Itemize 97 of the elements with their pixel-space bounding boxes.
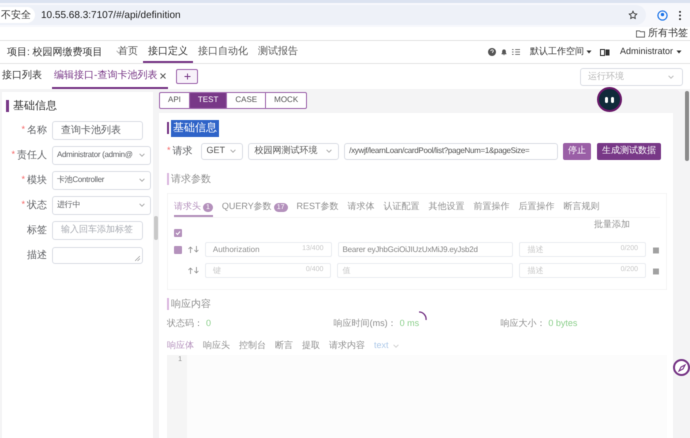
- close-icon[interactable]: [160, 72, 166, 78]
- field-label: 名称: [27, 124, 47, 138]
- params-tab[interactable]: 请求体: [348, 200, 375, 216]
- mode-tab[interactable]: MOCK: [265, 92, 306, 108]
- method-select[interactable]: GET: [200, 142, 244, 160]
- url-text: 10.55.68.3:7107/#/api/definition: [41, 8, 182, 22]
- value-field[interactable]: Bearer eyJhbGciOiJIUzUxMiJ9.eyJsb2d: [338, 242, 514, 257]
- chevron-down-icon: [667, 72, 675, 80]
- chevron-down-icon: [138, 176, 146, 184]
- response-tab[interactable]: 请求内容: [329, 338, 365, 352]
- required-mark: *: [11, 148, 15, 162]
- required-mark: *: [21, 173, 25, 186]
- mode-tab[interactable]: CASE: [226, 92, 266, 108]
- required-mark: *: [21, 198, 25, 212]
- textarea-field[interactable]: [52, 246, 143, 264]
- sort-arrows-icon[interactable]: [188, 267, 199, 274]
- response-tab[interactable]: 响应体: [167, 338, 194, 352]
- field-label: 标签: [27, 224, 47, 238]
- select-field[interactable]: 卡池Controller: [52, 170, 151, 190]
- batch-add-link[interactable]: 批量添加: [594, 218, 630, 228]
- bell-icon[interactable]: [500, 48, 508, 56]
- params-tab[interactable]: 断言规则: [564, 200, 600, 216]
- delete-icon[interactable]: [652, 266, 660, 274]
- stop-button[interactable]: 停止: [563, 142, 591, 160]
- params-tab[interactable]: 其他设置: [428, 200, 465, 216]
- menu-icon[interactable]: [678, 10, 682, 20]
- nav-tab[interactable]: 接口定义: [143, 41, 193, 63]
- compass-icon: [678, 364, 686, 372]
- sort-arrows-icon[interactable]: [188, 246, 199, 253]
- caret-icon: [586, 49, 592, 55]
- section-title: 基础信息: [13, 99, 57, 114]
- response-tab[interactable]: 提取: [302, 338, 320, 352]
- star-icon[interactable]: [628, 10, 638, 20]
- stat-value: 0 bytes: [548, 316, 578, 330]
- url-field[interactable]: /xywjf/learnLoan/cardPool/list?pageNum=1&pageSize=: [344, 142, 558, 160]
- field-label: 状态: [27, 198, 47, 212]
- user-menu[interactable]: Administrator: [620, 45, 682, 59]
- list-icon[interactable]: [512, 48, 520, 56]
- mode-tab[interactable]: API: [160, 92, 189, 108]
- editor-tab[interactable]: 接口列表: [0, 64, 44, 89]
- resize-handle-icon: [135, 256, 140, 260]
- section-title: 响应内容: [171, 298, 211, 312]
- params-tab[interactable]: REST参数: [296, 200, 339, 216]
- workspace-select[interactable]: 默认工作空间: [530, 45, 592, 59]
- nav-tab[interactable]: 测试报告: [253, 41, 303, 63]
- field-label: 描述: [27, 248, 47, 262]
- security-chip[interactable]: 不安全: [0, 7, 35, 23]
- folder-icon: [636, 30, 645, 38]
- add-tab-button[interactable]: [176, 69, 198, 84]
- environment-select[interactable]: 运行环境: [580, 68, 683, 86]
- chevron-down-icon: [138, 201, 146, 209]
- profile-icon[interactable]: [657, 10, 668, 20]
- chevron-down-icon: [229, 147, 238, 155]
- field-label: 请求: [172, 144, 193, 158]
- help-icon[interactable]: [488, 48, 496, 56]
- stat-value: 0 ms: [400, 316, 420, 330]
- compass-button[interactable]: [673, 359, 690, 376]
- select-field[interactable]: 进行中: [52, 196, 151, 214]
- stat-label: 响应大小：: [500, 316, 546, 330]
- field-label: 责任人: [17, 148, 47, 162]
- plus-icon: [184, 73, 191, 80]
- required-mark: *: [167, 144, 171, 158]
- scrollbar[interactable]: [685, 91, 689, 161]
- scrollbar[interactable]: [154, 216, 158, 240]
- bookmarks-label[interactable]: 所有书签: [648, 26, 688, 41]
- environment-select[interactable]: 校园网测试环境: [248, 142, 340, 160]
- address-bar[interactable]: 不安全 10.55.68.3:7107/#/api/definition: [0, 5, 646, 25]
- response-tab[interactable]: 断言: [275, 338, 293, 352]
- caret-icon: [676, 49, 682, 55]
- stat-label: 响应时间(ms)：: [334, 316, 397, 330]
- params-tab[interactable]: 后置操作: [518, 200, 555, 216]
- project-select[interactable]: 项目: 校园网缴费项目: [7, 44, 107, 60]
- params-tab[interactable]: 前置操作: [474, 200, 510, 216]
- stat-value: 0: [206, 316, 212, 330]
- chevron-down-icon: [325, 147, 334, 155]
- chevron-down-icon: [392, 342, 400, 350]
- response-tab[interactable]: 响应头: [203, 338, 230, 352]
- delete-icon[interactable]: [652, 246, 660, 254]
- text-field[interactable]: 输入回车添加标签: [52, 220, 143, 240]
- required-mark: *: [21, 123, 25, 136]
- response-tab[interactable]: 控制台: [239, 338, 266, 352]
- field-label: 模块: [27, 174, 47, 188]
- mode-tab[interactable]: TEST: [188, 92, 226, 108]
- robot-avatar[interactable]: [597, 87, 622, 112]
- section-title: 请求参数: [171, 172, 211, 186]
- nav-tab[interactable]: 首页: [113, 41, 143, 63]
- row-checkbox[interactable]: [174, 246, 182, 254]
- stat-label: 状态码：: [167, 316, 203, 330]
- nav-tab[interactable]: 接口自动化: [193, 41, 253, 63]
- select-all-checkbox[interactable]: [174, 228, 182, 236]
- check-icon: [175, 230, 181, 236]
- generate-button[interactable]: 生成测试数据: [597, 142, 661, 160]
- section-title: 基础信息: [171, 120, 219, 136]
- select-field[interactable]: Administrator (admin@: [52, 146, 151, 164]
- chevron-down-icon: [138, 151, 146, 159]
- params-tab[interactable]: 认证配置: [384, 200, 420, 216]
- text-field[interactable]: 查询卡池列表: [52, 120, 143, 140]
